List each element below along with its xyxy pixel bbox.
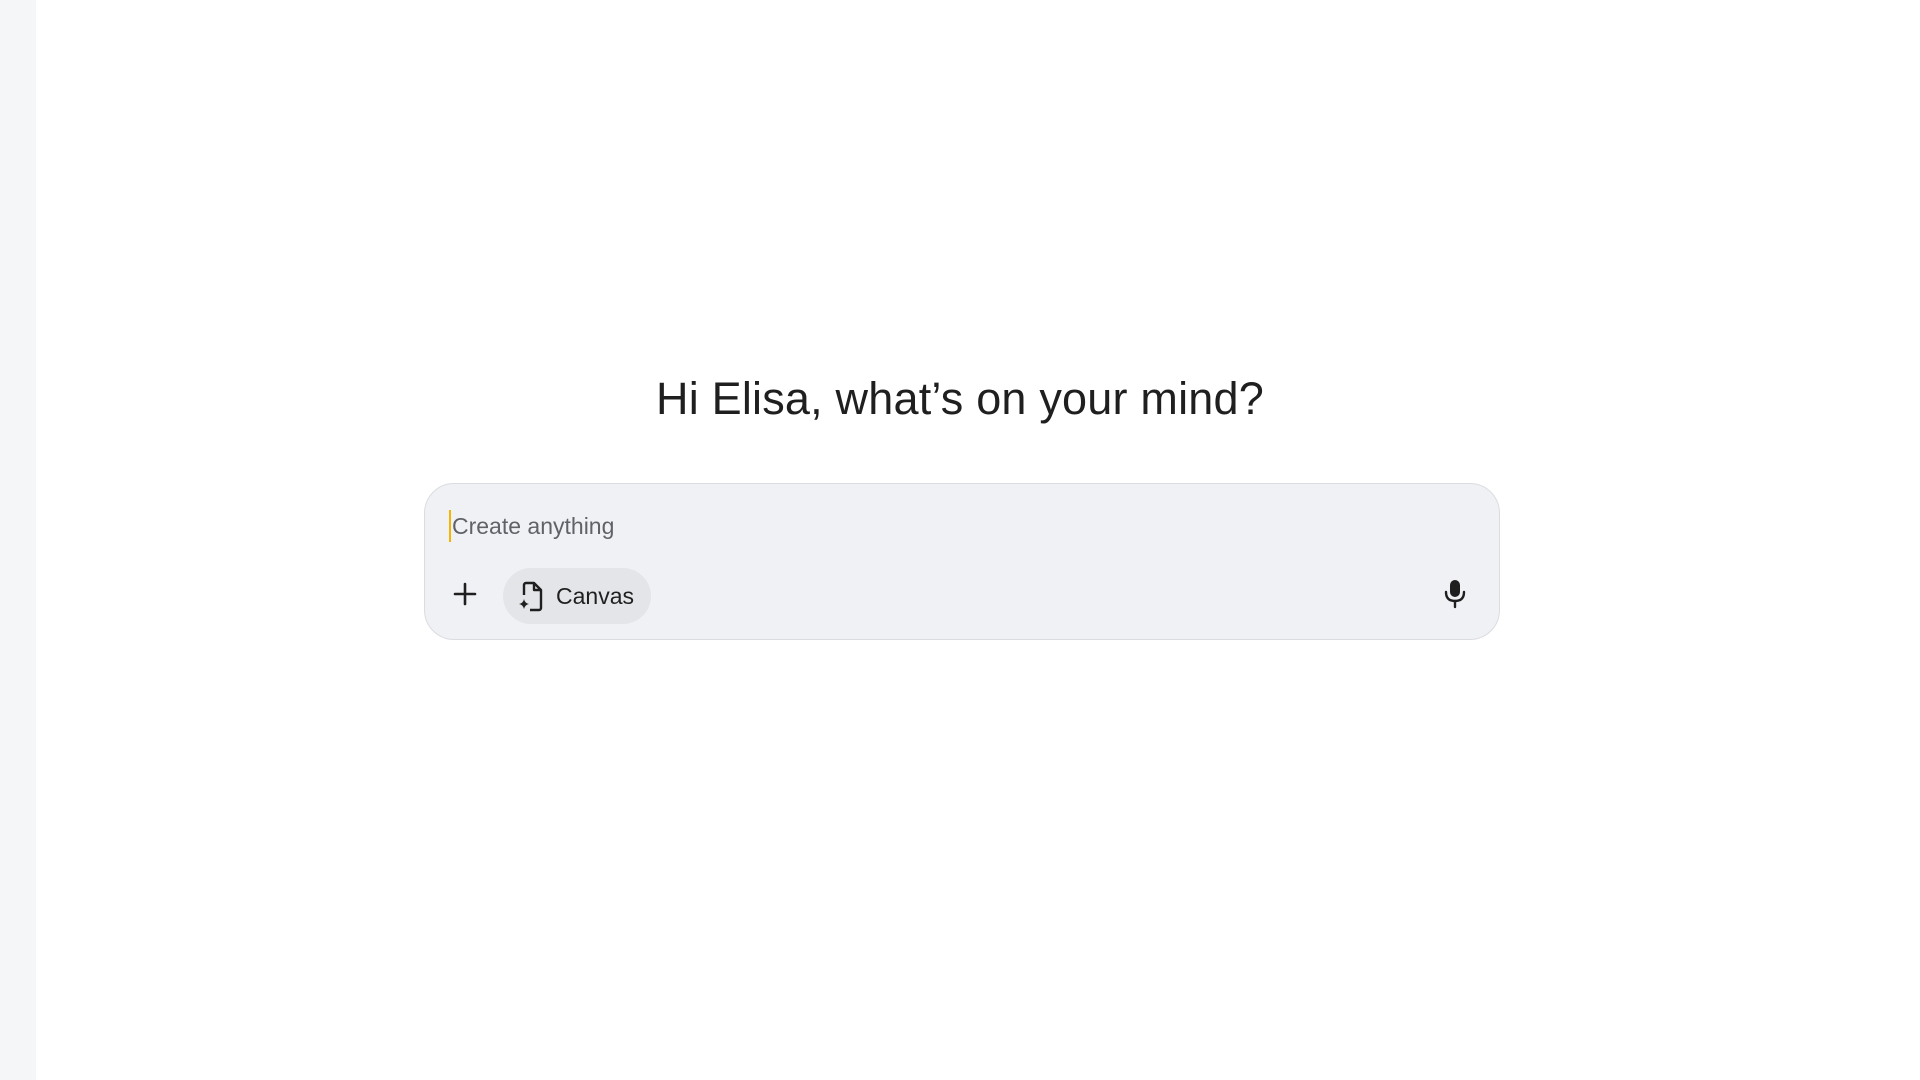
- text-caret: [449, 510, 451, 542]
- canvas-button[interactable]: Canvas: [503, 568, 651, 624]
- canvas-button-label: Canvas: [556, 582, 634, 609]
- microphone-icon: [1442, 578, 1468, 615]
- sidebar-rail: [0, 0, 36, 1080]
- composer-toolbar: Canvas: [439, 568, 1483, 624]
- add-button[interactable]: [443, 574, 487, 618]
- plus-icon: [452, 581, 478, 612]
- prompt-row: [449, 510, 1352, 542]
- canvas-document-sparkle-icon: [517, 579, 547, 613]
- microphone-button[interactable]: [1433, 574, 1477, 618]
- prompt-input[interactable]: [452, 512, 1352, 540]
- main-area: Hi Elisa, what’s on your mind? Create an…: [36, 0, 1920, 1080]
- greeting-heading: Hi Elisa, what’s on your mind?: [656, 373, 1264, 424]
- prompt-composer[interactable]: Canvas: [424, 483, 1500, 640]
